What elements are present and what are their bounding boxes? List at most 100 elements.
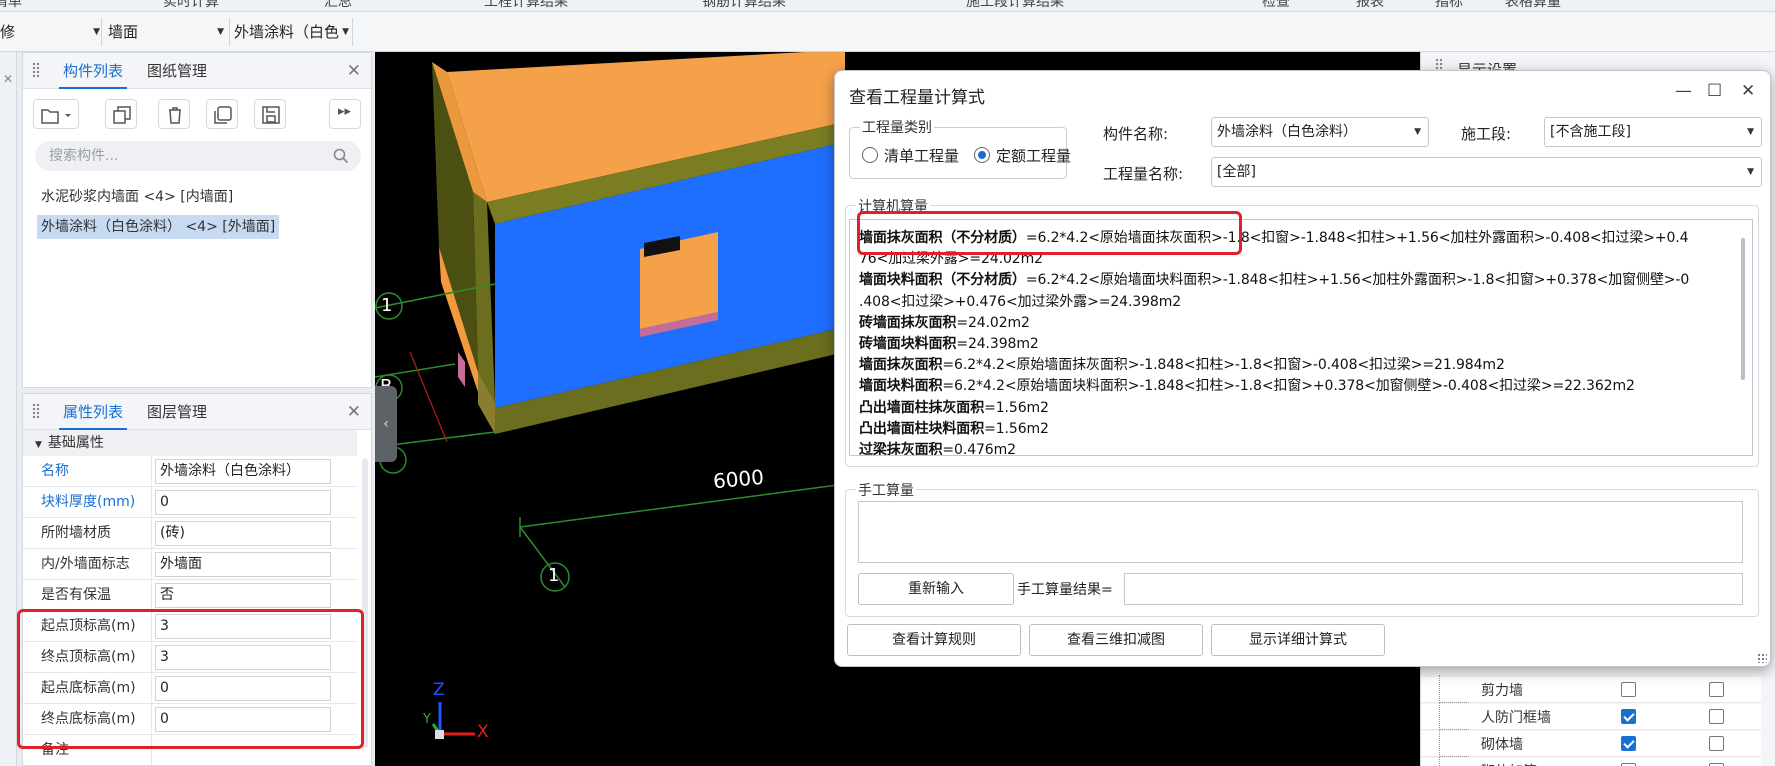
- list-item-selected[interactable]: 外墙涂料（白色涂料） <4> [外墙面]: [37, 215, 280, 239]
- tab-property-list[interactable]: 属性列表: [59, 394, 128, 430]
- display-setting-row: 人防门框墙: [1421, 702, 1761, 730]
- type-combo[interactable]: 墙面 ▼: [108, 20, 224, 44]
- list-item[interactable]: 水泥砂浆内墙面 <4> [内墙面]: [37, 185, 237, 209]
- manual-formula-input[interactable]: [858, 501, 1743, 563]
- property-row: 内/外墙面标志 外墙面: [23, 549, 357, 580]
- divider: [101, 18, 102, 46]
- property-label: 所附墙材质: [41, 525, 111, 541]
- checkbox[interactable]: [1709, 682, 1724, 697]
- tab-layer-management[interactable]: 图层管理: [143, 394, 211, 430]
- menu-item[interactable]: 钢筋计算结果: [702, 0, 786, 11]
- menu-item[interactable]: 施工段计算结果: [966, 0, 1064, 11]
- property-value-input[interactable]: 外墙面: [155, 552, 331, 577]
- menu-item[interactable]: 工程计算结果: [484, 0, 568, 11]
- checkbox-checked[interactable]: [1621, 709, 1636, 724]
- drag-handle-icon[interactable]: [32, 403, 40, 419]
- component-name-label: 构件名称:: [1103, 125, 1169, 143]
- view-3d-deduction-button[interactable]: 查看三维扣减图: [1029, 624, 1203, 656]
- menu-item[interactable]: 指标: [1435, 0, 1463, 11]
- property-label: 是否有保温: [41, 587, 111, 603]
- category-combo[interactable]: 修 ▼: [0, 20, 100, 44]
- chevron-down-icon: ▼: [1747, 127, 1754, 137]
- chevron-down-icon: ▼: [217, 27, 224, 37]
- component-name-select[interactable]: 外墙涂料（白色涂料） ▼: [1211, 117, 1429, 147]
- checkbox-checked[interactable]: [1621, 736, 1636, 751]
- divider: [151, 487, 152, 518]
- tab-drawing-management[interactable]: 图纸管理: [143, 53, 211, 89]
- layer-copy-button[interactable]: [206, 99, 238, 129]
- tab-component-list[interactable]: 构件列表: [59, 53, 128, 89]
- property-label: 块料厚度(mm): [41, 494, 136, 510]
- menu-item[interactable]: 清单: [0, 0, 22, 11]
- close-icon[interactable]: ✕: [347, 402, 361, 422]
- collapse-panel-button[interactable]: ‹: [375, 386, 397, 462]
- qty-name-label: 工程量名称:: [1103, 165, 1184, 183]
- menu-item[interactable]: 表格算量: [1505, 0, 1561, 11]
- property-value-input[interactable]: 外墙涂料（白色涂料）: [155, 459, 331, 484]
- copy-button[interactable]: [105, 99, 137, 129]
- checkbox[interactable]: [1621, 682, 1636, 697]
- chevron-down-icon: ▼: [1414, 127, 1421, 137]
- menu-item[interactable]: 检查: [1262, 0, 1290, 11]
- qty-name-select[interactable]: [全部] ▼: [1211, 157, 1762, 187]
- panel-tabs: 属性列表 图层管理 ✕: [23, 394, 371, 430]
- formula-quantity-name: 凸出墙面柱块料面积: [859, 420, 985, 437]
- chevron-left-icon: ‹: [383, 416, 389, 432]
- manual-result-input[interactable]: [1124, 573, 1743, 605]
- resize-grip-icon[interactable]: [1757, 653, 1767, 663]
- delete-button[interactable]: [158, 99, 190, 129]
- axis-x-label: X: [477, 722, 489, 742]
- manual-result-label: 手工算量结果=: [1017, 582, 1113, 598]
- quantity-formula-dialog: 查看工程量计算式 — ☐ ✕ 工程量类别 清单工程量 定额工程量 构件名称: 外…: [834, 70, 1771, 667]
- property-label: 内/外墙面标志: [41, 556, 130, 572]
- checkbox[interactable]: [1709, 736, 1724, 751]
- display-setting-label: 砌体墙: [1481, 737, 1523, 753]
- display-setting-label: 砌体加筋: [1481, 761, 1537, 766]
- group-label: 手工算量: [856, 480, 916, 500]
- menu-item[interactable]: 报表: [1356, 0, 1384, 11]
- property-row: 名称 外墙涂料（白色涂料）: [23, 456, 357, 487]
- property-label: 名称: [41, 463, 69, 479]
- formula-line: 墙面块料面积（不分材质）=6.2*4.2<原始墙面块料面积>-1.848<扣柱>…: [859, 269, 1689, 289]
- property-value-input[interactable]: 0: [155, 490, 331, 515]
- collapse-icon: ▼: [35, 440, 42, 450]
- search-icon[interactable]: [333, 148, 349, 164]
- formula-line: 墙面抹灰面积=6.2*4.2<原始墙面抹灰面积>-1.848<扣柱>-1.8<扣…: [859, 354, 1505, 374]
- property-row: 块料厚度(mm) 0: [23, 487, 357, 518]
- grid-axis-label: 1: [381, 295, 393, 316]
- property-value-input[interactable]: 否: [155, 583, 331, 608]
- new-component-button[interactable]: [33, 99, 79, 129]
- more-button[interactable]: ▸▸: [329, 99, 361, 129]
- checkbox[interactable]: [1709, 709, 1724, 724]
- formula-expression: =24.398m2: [956, 336, 1039, 352]
- chevron-down-icon: ▼: [340, 20, 349, 44]
- close-icon[interactable]: ✕: [1741, 81, 1755, 101]
- reenter-button[interactable]: 重新输入: [858, 573, 1014, 605]
- divider: [151, 549, 152, 580]
- section-header[interactable]: ▼ 基础属性: [23, 430, 357, 456]
- minimize-icon[interactable]: —: [1675, 81, 1692, 101]
- floor-copy-button[interactable]: [254, 99, 286, 129]
- show-detailed-formula-button[interactable]: 显示详细计算式: [1211, 624, 1385, 656]
- close-icon[interactable]: ✕: [3, 72, 13, 86]
- component-combo[interactable]: 外墙涂料（白色 ▼: [234, 20, 349, 44]
- scrollbar[interactable]: [1741, 238, 1745, 380]
- group-label: 工程量类别: [860, 117, 934, 137]
- drag-handle-icon[interactable]: [32, 62, 40, 78]
- highlight-frame: [857, 211, 1242, 255]
- close-icon[interactable]: ✕: [347, 61, 361, 81]
- formula-quantity-name: 墙面块料面积（不分材质）: [859, 272, 1026, 289]
- formula-quantity-name: 墙面抹灰面积: [859, 357, 943, 374]
- maximize-icon[interactable]: ☐: [1707, 81, 1722, 101]
- view-calc-rules-button[interactable]: 查看计算规则: [847, 624, 1021, 656]
- property-row: 是否有保温 否: [23, 580, 357, 611]
- display-setting-label: 剪力墙: [1481, 683, 1523, 699]
- formula-line: 砖墙面块料面积=24.398m2: [859, 333, 1039, 353]
- menu-item[interactable]: 实时计算: [163, 0, 219, 11]
- formula-expression: =0.476m2: [942, 442, 1016, 456]
- search-input[interactable]: [49, 146, 319, 166]
- stage-select[interactable]: [不含施工段] ▼: [1544, 117, 1762, 147]
- property-value-input[interactable]: (砖): [155, 521, 331, 546]
- menu-item[interactable]: 汇总: [324, 0, 352, 11]
- formula-expression: =1.56m2: [984, 399, 1049, 416]
